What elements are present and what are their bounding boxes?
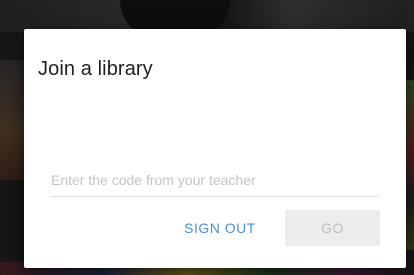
input-underline	[51, 196, 379, 197]
dialog-actions: SIGN OUT GO	[24, 210, 406, 246]
library-code-field	[51, 166, 379, 197]
join-library-dialog: Join a library SIGN OUT GO	[24, 29, 406, 268]
library-code-input[interactable]	[51, 166, 379, 194]
sign-out-button[interactable]: SIGN OUT	[172, 210, 268, 246]
dialog-title: Join a library	[38, 58, 153, 80]
go-button[interactable]: GO	[285, 210, 380, 246]
